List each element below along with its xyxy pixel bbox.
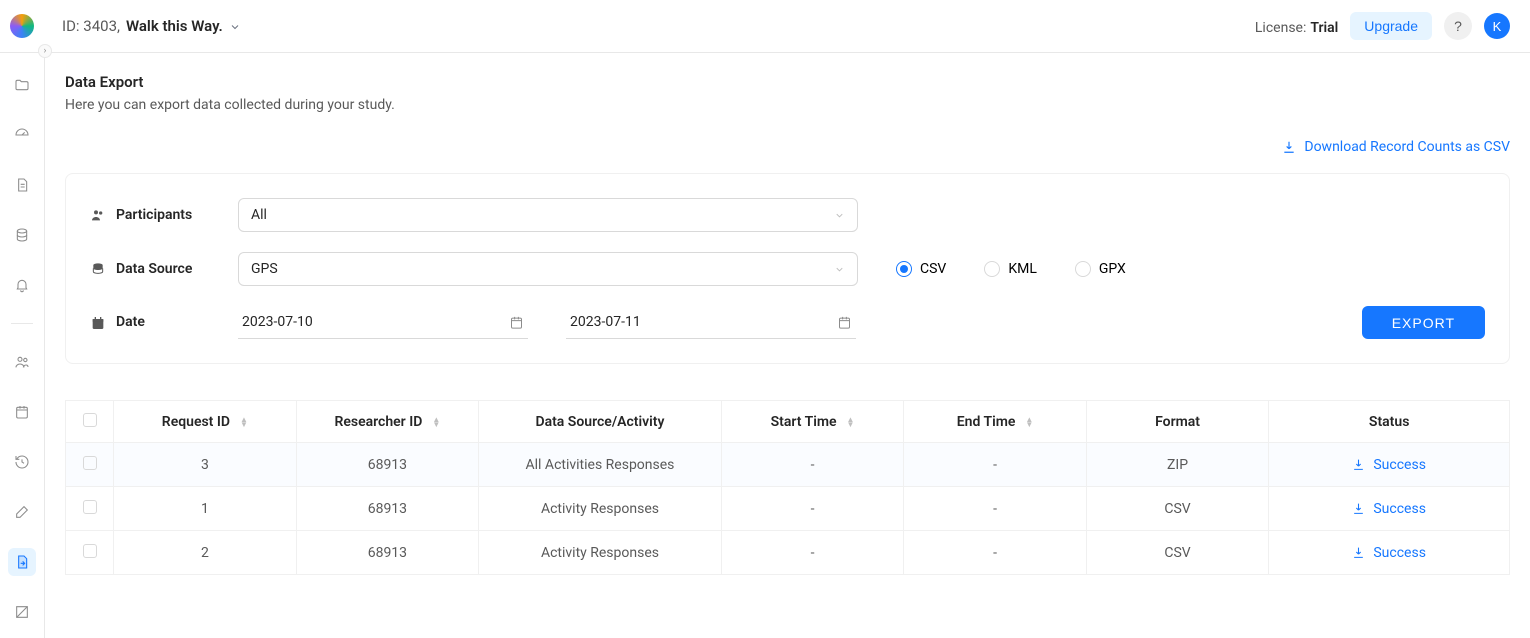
- format-radio-kml[interactable]: KML: [984, 261, 1037, 277]
- row-checkbox[interactable]: [83, 456, 97, 470]
- row-checkbox[interactable]: [83, 500, 97, 514]
- download-record-counts-link[interactable]: Download Record Counts as CSV: [1282, 139, 1510, 155]
- th-status: Status: [1369, 414, 1409, 430]
- participants-label: Participants: [116, 207, 192, 223]
- license-label: License: Trial: [1255, 17, 1338, 36]
- radio-label: KML: [1008, 261, 1037, 277]
- cell-researcher-id: 68913: [296, 443, 479, 487]
- cell-format: CSV: [1086, 531, 1269, 575]
- sidebar-compliance-icon[interactable]: [8, 598, 36, 626]
- cell-start-time: -: [721, 487, 904, 531]
- cell-format: ZIP: [1086, 443, 1269, 487]
- th-request-id[interactable]: Request ID: [162, 414, 230, 430]
- status-download-link[interactable]: Success: [1352, 457, 1426, 473]
- row-checkbox[interactable]: [83, 544, 97, 558]
- sort-icon[interactable]: ▲▼: [432, 417, 440, 427]
- sidebar: [0, 53, 45, 638]
- date-label: Date: [116, 314, 145, 330]
- datasource-select[interactable]: GPS: [238, 252, 858, 286]
- study-title: Walk this Way.: [126, 17, 223, 35]
- radio-label: CSV: [920, 261, 946, 277]
- date-end-input[interactable]: 2023-07-11: [566, 306, 856, 339]
- sort-icon[interactable]: ▲▼: [1025, 417, 1033, 427]
- sidebar-history-icon[interactable]: [8, 448, 36, 476]
- status-download-link[interactable]: Success: [1352, 501, 1426, 517]
- expand-sidebar-button[interactable]: ›: [38, 44, 52, 58]
- sidebar-folder-icon[interactable]: [8, 71, 36, 99]
- sidebar-export-icon[interactable]: [8, 548, 36, 576]
- download-icon: [1352, 501, 1365, 517]
- cell-start-time: -: [721, 443, 904, 487]
- sidebar-bell-icon[interactable]: [8, 271, 36, 299]
- chevron-down-icon[interactable]: [229, 17, 241, 35]
- radio-label: GPX: [1099, 261, 1126, 277]
- sidebar-dashboard-icon[interactable]: [8, 121, 36, 149]
- date-start-input[interactable]: 2023-07-10: [238, 306, 528, 339]
- status-download-link[interactable]: Success: [1352, 545, 1426, 561]
- app-logo[interactable]: [10, 14, 34, 38]
- sort-icon[interactable]: ▲▼: [240, 417, 248, 427]
- download-icon: [1352, 457, 1365, 473]
- cell-researcher-id: 68913: [296, 531, 479, 575]
- th-activity: Data Source/Activity: [535, 414, 664, 430]
- table-row: 168913Activity Responses--CSVSuccess: [66, 487, 1510, 531]
- exports-table: Request ID ▲▼ Researcher ID ▲▼ Data Source…: [65, 400, 1510, 575]
- page-subtitle: Here you can export data collected durin…: [65, 97, 1510, 113]
- sort-icon[interactable]: ▲▼: [847, 417, 855, 427]
- upgrade-button[interactable]: Upgrade: [1350, 12, 1432, 40]
- avatar[interactable]: K: [1484, 13, 1510, 39]
- select-all-checkbox[interactable]: [83, 413, 97, 427]
- cell-end-time: -: [904, 531, 1087, 575]
- chevron-down-icon: [834, 208, 845, 222]
- cell-researcher-id: 68913: [296, 487, 479, 531]
- cell-request-id: 3: [114, 443, 297, 487]
- table-row: 268913Activity Responses--CSVSuccess: [66, 531, 1510, 575]
- study-id: ID: 3403,: [62, 17, 120, 35]
- th-end-time[interactable]: End Time: [957, 414, 1016, 430]
- format-radio-gpx[interactable]: GPX: [1075, 261, 1126, 277]
- calendar-icon: [509, 314, 524, 330]
- table-row: 368913All Activities Responses--ZIPSucce…: [66, 443, 1510, 487]
- users-icon: [90, 207, 106, 223]
- format-radio-group: CSV KML GPX: [896, 261, 1126, 277]
- calendar-icon: [837, 314, 852, 330]
- breadcrumb[interactable]: ID: 3403, Walk this Way.: [62, 17, 241, 35]
- download-icon: [1352, 545, 1365, 561]
- th-format: Format: [1155, 414, 1200, 430]
- sidebar-users-icon[interactable]: [8, 348, 36, 376]
- participants-select[interactable]: All: [238, 198, 858, 232]
- datasource-label: Data Source: [116, 261, 192, 277]
- radio-circle: [896, 261, 912, 277]
- radio-circle: [984, 261, 1000, 277]
- database-icon: [90, 261, 106, 277]
- sidebar-edit-icon[interactable]: [8, 498, 36, 526]
- cell-activity: All Activities Responses: [479, 443, 722, 487]
- cell-activity: Activity Responses: [479, 487, 722, 531]
- cell-request-id: 1: [114, 487, 297, 531]
- cell-activity: Activity Responses: [479, 531, 722, 575]
- download-icon: [1282, 139, 1296, 155]
- chevron-down-icon: [834, 262, 845, 276]
- cell-format: CSV: [1086, 487, 1269, 531]
- cell-request-id: 2: [114, 531, 297, 575]
- sidebar-divider: [11, 323, 33, 324]
- th-start-time[interactable]: Start Time: [771, 414, 837, 430]
- filter-card: Participants All Data Source GPS CSV KML G…: [65, 173, 1510, 364]
- th-researcher-id[interactable]: Researcher ID: [334, 414, 422, 430]
- cell-end-time: -: [904, 487, 1087, 531]
- page-title: Data Export: [65, 73, 1510, 91]
- sidebar-document-icon[interactable]: [8, 171, 36, 199]
- cell-start-time: -: [721, 531, 904, 575]
- sidebar-calendar-icon[interactable]: [8, 398, 36, 426]
- export-button[interactable]: EXPORT: [1362, 306, 1485, 339]
- format-radio-csv[interactable]: CSV: [896, 261, 946, 277]
- sidebar-database-icon[interactable]: [8, 221, 36, 249]
- radio-circle: [1075, 261, 1091, 277]
- cell-end-time: -: [904, 443, 1087, 487]
- help-button[interactable]: ?: [1444, 12, 1472, 40]
- calendar-icon: [90, 314, 106, 330]
